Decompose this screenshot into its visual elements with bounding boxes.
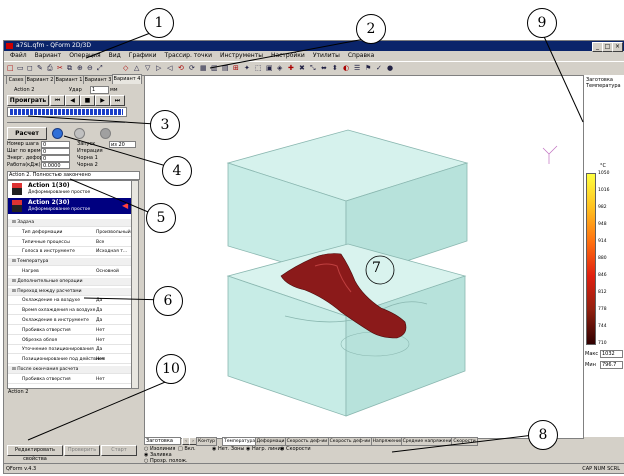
leader-10 bbox=[27, 379, 171, 441]
callout-10: 10 bbox=[156, 354, 186, 384]
callout-3: 3 bbox=[150, 110, 180, 140]
callout-2: 2 bbox=[356, 14, 386, 44]
callout-9: 9 bbox=[527, 8, 557, 38]
annotation-layer bbox=[27, 29, 584, 453]
leader-3 bbox=[27, 115, 156, 125]
callout-5: 5 bbox=[146, 203, 176, 233]
callout-6: 6 bbox=[153, 286, 183, 316]
callout-1: 1 bbox=[144, 8, 174, 38]
leader-2 bbox=[209, 37, 371, 69]
callout-8: 8 bbox=[528, 420, 558, 450]
leader-1 bbox=[85, 29, 159, 59]
leader-8 bbox=[391, 433, 543, 453]
callout-7: 7 bbox=[372, 260, 381, 276]
callout-4: 4 bbox=[162, 156, 192, 186]
leader-9 bbox=[540, 29, 584, 123]
